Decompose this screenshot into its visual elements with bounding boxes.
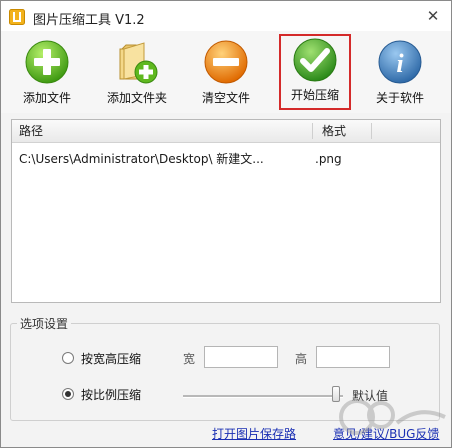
folder-plus-icon [119,42,158,84]
add-folder-button[interactable]: 添加文件夹 [95,37,179,111]
cell-format: .png [315,152,342,166]
plus-circle-icon [25,40,69,84]
info-icon: i [378,40,422,84]
column-header-path[interactable]: 路径 [19,120,309,142]
app-window: 图片压缩工具 V1.2 ✕ 添加文件 添加文件夹 清空文件 开始压缩 i 关于软… [0,0,452,448]
size-mode-label[interactable]: 按宽高压缩 [81,350,141,367]
svg-text:i: i [396,49,404,78]
height-label: 高 [295,352,308,366]
table-row[interactable]: C:\Users\Administrator\Desktop\ 新建文... .… [12,149,440,169]
minus-circle-icon [204,40,248,84]
cell-path: C:\Users\Administrator\Desktop\ 新建文... [19,152,264,166]
open-save-path-link[interactable]: 打开图片保存路 [212,425,296,442]
column-header-format[interactable]: 格式 [322,120,378,142]
add-folder-label: 添加文件夹 [106,91,167,105]
column-divider[interactable] [312,123,313,139]
close-button[interactable]: ✕ [423,6,443,26]
width-label: 宽 [183,352,196,366]
options-legend: 选项设置 [17,315,72,332]
start-compress-label: 开始压缩 [290,88,339,102]
window-title: 图片压缩工具 V1.2 [33,13,145,28]
toolbar: 添加文件 添加文件夹 清空文件 开始压缩 i 关于软件 [1,31,451,113]
add-file-button[interactable]: 添加文件 [5,37,89,111]
radio-ratio-mode[interactable] [62,388,74,400]
app-icon [9,9,25,25]
title-bar: 图片压缩工具 V1.2 ✕ [1,1,451,31]
start-compress-button[interactable]: 开始压缩 [279,34,351,110]
height-input[interactable] [316,346,390,368]
file-list-header: 路径 格式 [12,120,440,143]
add-file-label: 添加文件 [22,91,71,105]
check-circle-icon [293,38,337,82]
clear-files-label: 清空文件 [201,91,250,105]
ratio-slider-track[interactable] [183,395,343,398]
column-divider[interactable] [371,123,372,139]
radio-size-mode[interactable] [62,352,74,364]
about-button[interactable]: i 关于软件 [358,37,442,111]
about-label: 关于软件 [375,91,424,105]
ratio-mode-label[interactable]: 按比例压缩 [81,386,141,403]
clear-files-button[interactable]: 清空文件 [184,37,268,111]
file-list[interactable]: 路径 格式 C:\Users\Administrator\Desktop\ 新建… [11,119,441,303]
watermark-logo [339,399,446,435]
width-input[interactable] [204,346,278,368]
